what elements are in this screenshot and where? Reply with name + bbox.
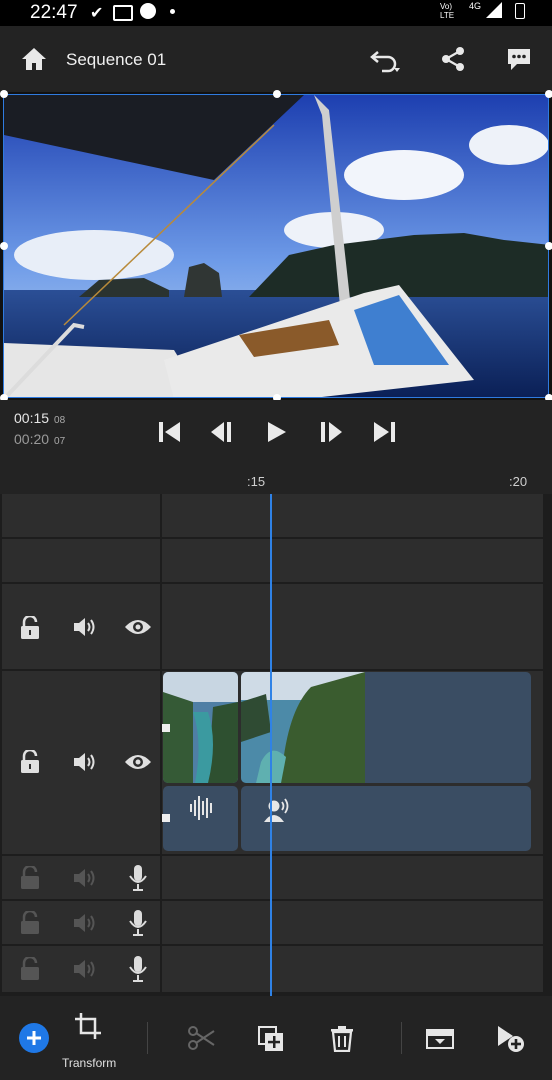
resize-handle-ml[interactable] [0, 242, 8, 250]
track-lane-v2[interactable] [162, 584, 543, 669]
bottom-toolbar: Transform [0, 996, 552, 1080]
transform-label[interactable]: Transform [62, 1056, 116, 1070]
lock-icon[interactable] [20, 957, 40, 981]
volte-label: Vo) LTE [440, 2, 455, 20]
preview-image [4, 95, 548, 397]
track-lane-a4[interactable] [162, 946, 543, 992]
current-frames: 08 [54, 415, 66, 426]
current-timecode: 00:15 08 [14, 410, 65, 426]
track-header-v2 [2, 584, 160, 669]
circle-icon [140, 3, 156, 19]
audio-clip-1[interactable] [163, 786, 238, 851]
track-header-v1 [2, 671, 160, 854]
clip-gap-marker [162, 724, 170, 732]
add-button[interactable] [19, 1023, 49, 1053]
dot-icon [170, 9, 175, 14]
sequence-title[interactable]: Sequence 01 [66, 50, 166, 70]
lock-icon[interactable] [20, 866, 40, 890]
eye-icon[interactable] [124, 753, 152, 771]
track-lane-v4[interactable] [162, 494, 543, 537]
waveform-icon [190, 796, 212, 820]
app-bar: Sequence 01 [0, 26, 552, 92]
preview-frame[interactable] [3, 94, 549, 398]
current-time: 00:15 [14, 410, 50, 426]
resize-handle-tl[interactable] [0, 90, 8, 98]
video-clip-2[interactable] [241, 672, 531, 783]
voice-icon [264, 798, 289, 822]
track-header-v3 [2, 539, 160, 582]
undo-icon[interactable] [370, 46, 402, 74]
status-bar: 22:47 ✔ Vo) LTE 4G [0, 0, 552, 26]
volume-icon[interactable] [72, 958, 98, 980]
trim-handle[interactable] [162, 814, 170, 822]
lock-icon[interactable] [20, 616, 40, 640]
track-header-a3 [2, 901, 160, 944]
resize-handle-tc[interactable] [273, 90, 281, 98]
eye-icon[interactable] [124, 618, 152, 636]
track-lane-v3[interactable] [162, 539, 543, 582]
track-header-v4 [2, 494, 160, 537]
trash-icon[interactable] [330, 1026, 354, 1052]
mic-icon[interactable] [128, 955, 148, 983]
duration-timecode: 00:20 07 [14, 431, 65, 447]
slip-icon[interactable] [426, 1029, 454, 1049]
track-header-a4 [2, 946, 160, 992]
ruler-mark-20: :20 [509, 474, 528, 489]
volume-icon[interactable] [72, 867, 98, 889]
track-lane-a3[interactable] [162, 901, 543, 944]
audio-clip-2[interactable] [241, 786, 531, 851]
duplicate-icon[interactable] [258, 1026, 284, 1052]
clip-thumbnail [241, 672, 365, 783]
scissors-icon[interactable] [188, 1026, 216, 1050]
volume-icon[interactable] [72, 751, 98, 773]
step-forward-icon[interactable] [318, 421, 344, 443]
battery-icon [515, 3, 525, 19]
home-icon[interactable] [20, 46, 48, 72]
mic-icon[interactable] [128, 864, 148, 892]
skip-end-icon[interactable] [372, 421, 396, 443]
playhead[interactable] [270, 494, 272, 996]
skip-start-icon[interactable] [158, 421, 182, 443]
transport-bar: 00:15 08 00:20 07 [0, 400, 552, 466]
mic-icon[interactable] [128, 909, 148, 937]
comment-icon[interactable] [506, 46, 532, 72]
crop-icon[interactable] [74, 1012, 102, 1040]
divider [147, 1022, 148, 1054]
volume-icon[interactable] [72, 616, 98, 638]
lock-icon[interactable] [20, 750, 40, 774]
screen-record-icon [113, 5, 133, 21]
signal-icon [486, 2, 502, 18]
track-header-a2 [2, 856, 160, 899]
track-lane-a2[interactable] [162, 856, 543, 899]
add-clip-icon[interactable] [496, 1024, 526, 1054]
add-icon [27, 1031, 41, 1045]
timeline-ruler[interactable]: :15 :20 [0, 466, 552, 494]
step-back-icon[interactable] [210, 421, 236, 443]
divider [401, 1022, 402, 1054]
video-clip-1[interactable] [163, 672, 238, 783]
duration-frames: 07 [54, 436, 66, 447]
network-label: 4G [469, 1, 482, 11]
ruler-mark-15: :15 [247, 474, 266, 489]
volume-icon[interactable] [72, 912, 98, 934]
status-time: 22:47 [30, 2, 78, 23]
share-icon[interactable] [440, 46, 466, 72]
clip-thumbnail [163, 672, 238, 783]
duration-time: 00:20 [14, 431, 50, 447]
resize-handle-mr[interactable] [545, 242, 552, 250]
resize-handle-tr[interactable] [545, 90, 552, 98]
lock-icon[interactable] [20, 911, 40, 935]
check-icon: ✔ [90, 5, 104, 22]
play-icon[interactable] [266, 421, 288, 443]
